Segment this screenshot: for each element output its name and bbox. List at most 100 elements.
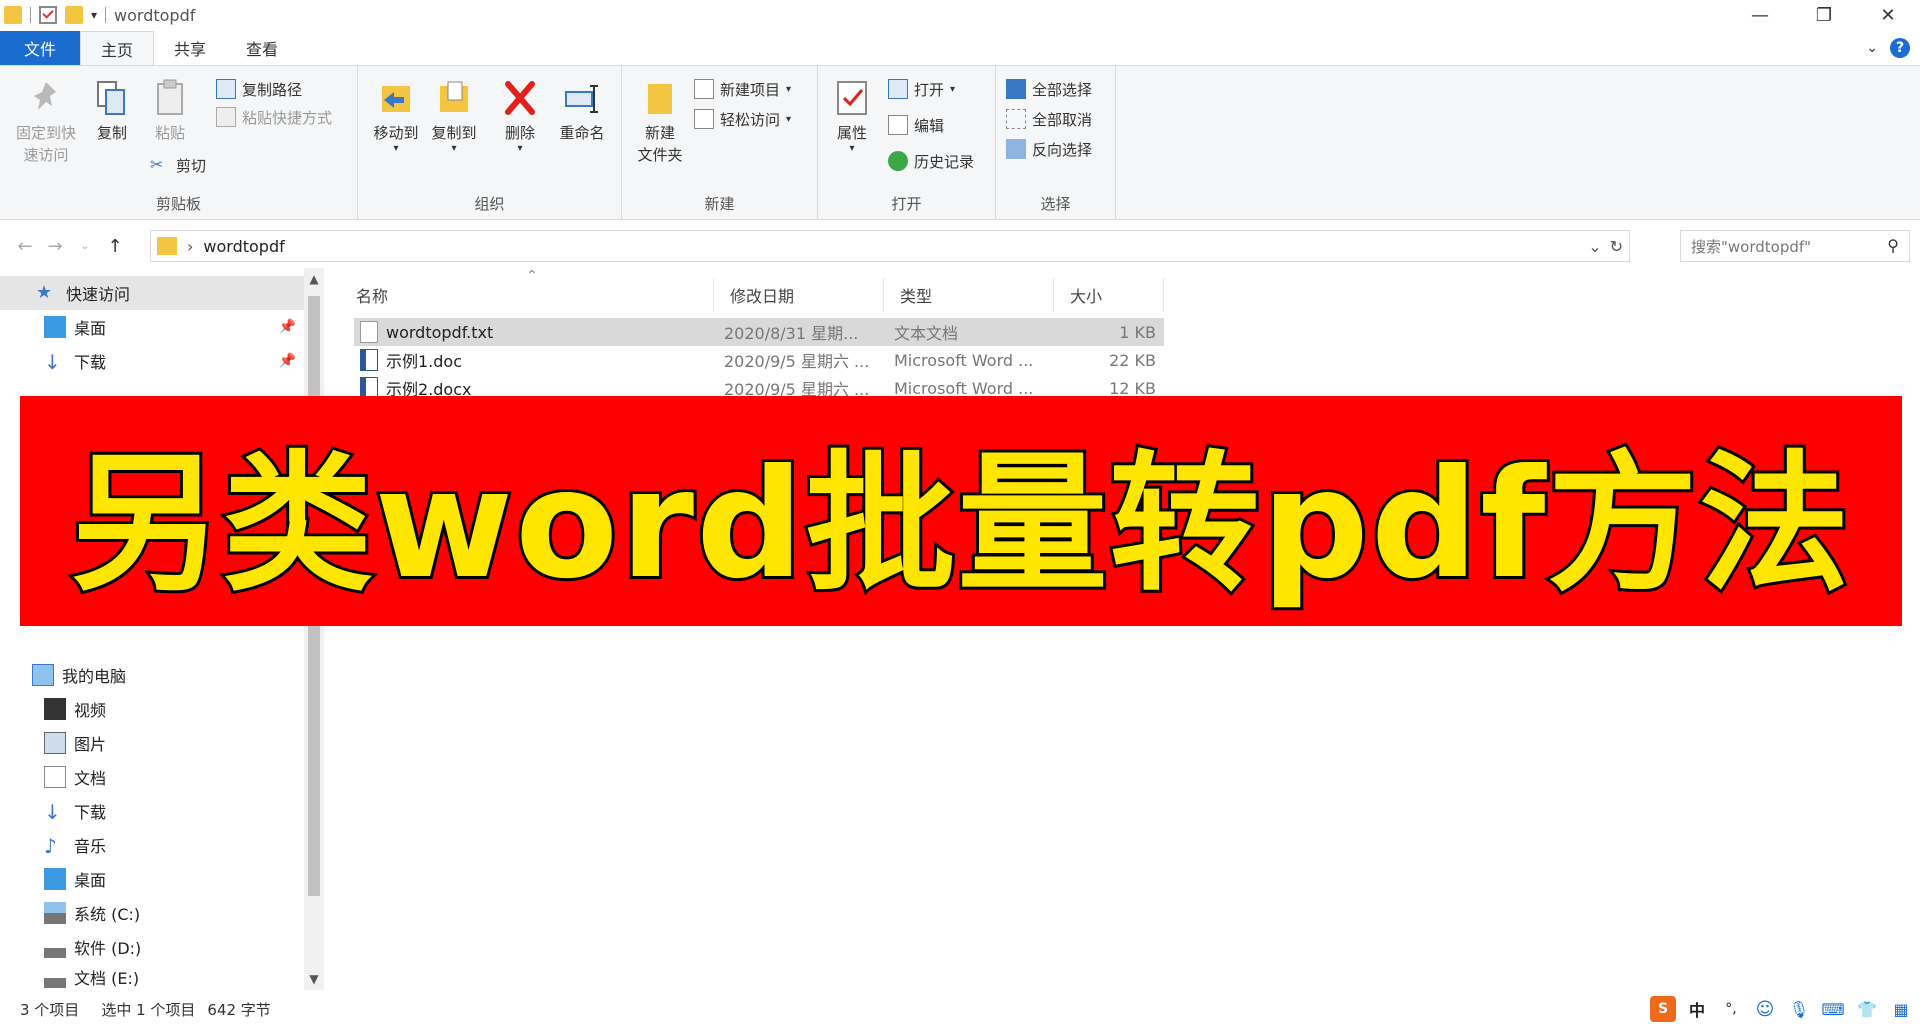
- nav-pictures[interactable]: 图片: [0, 726, 304, 760]
- expand-ribbon-icon[interactable]: ⌄: [1866, 40, 1878, 56]
- refresh-icon[interactable]: ↻: [1610, 237, 1623, 256]
- search-input[interactable]: 搜索"wordtopdf" ⚲: [1680, 230, 1910, 262]
- address-bar[interactable]: › wordtopdf ⌄ ↻: [150, 230, 1630, 262]
- tab-view[interactable]: 查看: [226, 31, 298, 65]
- pin-quick-access-button[interactable]: 固定到快 速访问: [8, 78, 84, 166]
- ribbon-tabs: 文件 主页 共享 查看: [0, 31, 1920, 66]
- scroll-down-icon[interactable]: ▼: [304, 968, 324, 990]
- quick-access-toolbar: ▾: [0, 6, 107, 24]
- select-group: 全部选择 全部取消 反向选择 选择: [996, 66, 1116, 220]
- open-group-label: 打开: [891, 195, 922, 213]
- up-button[interactable]: ↑: [100, 231, 130, 261]
- navigation-bar: ← → ⌄ ↑ › wordtopdf ⌄ ↻ 搜索"wordtopdf" ⚲: [0, 226, 1920, 266]
- paste-button[interactable]: 粘贴: [148, 78, 192, 144]
- rename-icon: [564, 78, 600, 118]
- word-doc-icon: [360, 349, 378, 371]
- nav-drive-d[interactable]: 软件 (D:): [0, 930, 304, 964]
- tab-home[interactable]: 主页: [80, 31, 155, 65]
- move-to-icon: [378, 78, 414, 118]
- punctuation-icon[interactable]: °,: [1718, 996, 1744, 1022]
- move-to-button[interactable]: 移动到 ▾: [368, 78, 424, 154]
- nav-scrollbar[interactable]: ▲ ▼: [304, 268, 324, 990]
- pin-icon[interactable]: 📌: [279, 353, 296, 369]
- paste-shortcut-icon: [216, 107, 236, 127]
- new-group-label: 新建: [704, 195, 735, 213]
- column-header-size[interactable]: 大小: [1054, 278, 1164, 312]
- nav-desktop-pc[interactable]: 桌面: [0, 862, 304, 896]
- invert-selection-button[interactable]: 反向选择: [1006, 136, 1092, 162]
- open-button[interactable]: 打开 ▾: [888, 76, 955, 102]
- new-group: 新建 文件夹 新建项目 ▾ 轻松访问 ▾ 新建: [622, 66, 818, 220]
- select-group-label: 选择: [1040, 195, 1071, 213]
- drive-icon: [44, 936, 66, 958]
- nav-drive-c[interactable]: 系统 (C:): [0, 896, 304, 930]
- copy-icon: [94, 78, 130, 118]
- paste-shortcut-button[interactable]: 粘贴快捷方式: [216, 104, 332, 130]
- copy-to-button[interactable]: 复制到 ▾: [426, 78, 482, 154]
- breadcrumb-chevron-icon: ›: [187, 236, 194, 256]
- column-header-type[interactable]: 类型: [884, 278, 1054, 312]
- copy-path-button[interactable]: 复制路径: [216, 76, 302, 102]
- tab-file[interactable]: 文件: [0, 31, 80, 65]
- nav-music[interactable]: ♪ 音乐: [0, 828, 304, 862]
- toolbox-icon[interactable]: ▦: [1888, 996, 1914, 1022]
- new-folder-button[interactable]: 新建 文件夹: [632, 78, 688, 166]
- tab-share[interactable]: 共享: [154, 31, 226, 65]
- nav-this-pc[interactable]: 我的电脑: [0, 658, 304, 692]
- delete-button[interactable]: 删除 ▾: [498, 78, 542, 154]
- recent-locations-button[interactable]: ⌄: [70, 231, 100, 261]
- maximize-button[interactable]: ❐: [1792, 0, 1856, 30]
- column-header-date[interactable]: 修改日期: [714, 278, 884, 312]
- file-row[interactable]: 示例1.doc 2020/9/5 星期六 ... Microsoft Word …: [354, 346, 1164, 374]
- back-button[interactable]: ←: [10, 231, 40, 261]
- close-button[interactable]: ✕: [1856, 0, 1920, 30]
- download-icon: ↓: [44, 350, 61, 374]
- pin-icon[interactable]: 📌: [279, 319, 296, 335]
- easy-access-button[interactable]: 轻松访问 ▾: [694, 106, 791, 132]
- file-name: 示例1.doc: [386, 352, 463, 371]
- keyboard-icon[interactable]: ⌨: [1820, 996, 1846, 1022]
- customize-toolbar-icon[interactable]: ▾: [91, 8, 97, 22]
- column-header-name[interactable]: 名称: [340, 278, 714, 312]
- nav-drive-e[interactable]: 文档 (E:): [0, 964, 304, 990]
- forward-button[interactable]: →: [40, 231, 70, 261]
- document-icon: [44, 766, 66, 788]
- nav-quick-access[interactable]: ★ 快速访问: [0, 276, 304, 310]
- delete-icon: [502, 78, 538, 118]
- nav-downloads[interactable]: ↓ 下载 📌: [0, 344, 304, 378]
- new-folder-icon[interactable]: [65, 6, 83, 24]
- properties-button[interactable]: 属性 ▾: [830, 78, 874, 154]
- file-type: 文本文档: [894, 324, 959, 343]
- skin-icon[interactable]: 👕: [1854, 996, 1880, 1022]
- history-button[interactable]: 历史记录: [888, 148, 974, 174]
- select-all-icon: [1006, 79, 1026, 99]
- new-folder-icon: [642, 78, 678, 118]
- scroll-up-icon[interactable]: ▲: [304, 268, 324, 290]
- nav-videos[interactable]: 视频: [0, 692, 304, 726]
- nav-documents[interactable]: 文档: [0, 760, 304, 794]
- select-none-button[interactable]: 全部取消: [1006, 106, 1092, 132]
- cut-button[interactable]: ✂ 剪切: [150, 152, 206, 178]
- properties-icon[interactable]: [39, 6, 57, 24]
- nav-downloads-pc[interactable]: ↓ 下载: [0, 794, 304, 828]
- open-group: 属性 ▾ 打开 ▾ 编辑 历史记录 打开: [818, 66, 996, 220]
- minimize-button[interactable]: —: [1728, 0, 1792, 30]
- emoji-icon[interactable]: ☺: [1752, 996, 1778, 1022]
- select-all-button[interactable]: 全部选择: [1006, 76, 1092, 102]
- edit-button[interactable]: 编辑: [888, 112, 944, 138]
- picture-icon: [44, 732, 66, 754]
- copy-button[interactable]: 复制: [90, 78, 134, 144]
- window-title: wordtopdf: [114, 5, 196, 25]
- help-icon[interactable]: ?: [1890, 38, 1910, 58]
- ime-language[interactable]: 中: [1684, 996, 1710, 1022]
- sogou-logo-icon[interactable]: S: [1650, 996, 1676, 1022]
- file-name: wordtopdf.txt: [386, 322, 494, 342]
- copy-to-icon: [436, 78, 472, 118]
- nav-desktop[interactable]: 桌面 📌: [0, 310, 304, 344]
- breadcrumb-path[interactable]: wordtopdf: [203, 237, 284, 256]
- new-item-button[interactable]: 新建项目 ▾: [694, 76, 791, 102]
- rename-button[interactable]: 重命名: [554, 78, 610, 144]
- address-dropdown-icon[interactable]: ⌄: [1588, 237, 1601, 256]
- microphone-icon[interactable]: 🎙: [1786, 996, 1812, 1022]
- file-row[interactable]: wordtopdf.txt 2020/8/31 星期... 文本文档 1 KB: [354, 318, 1164, 346]
